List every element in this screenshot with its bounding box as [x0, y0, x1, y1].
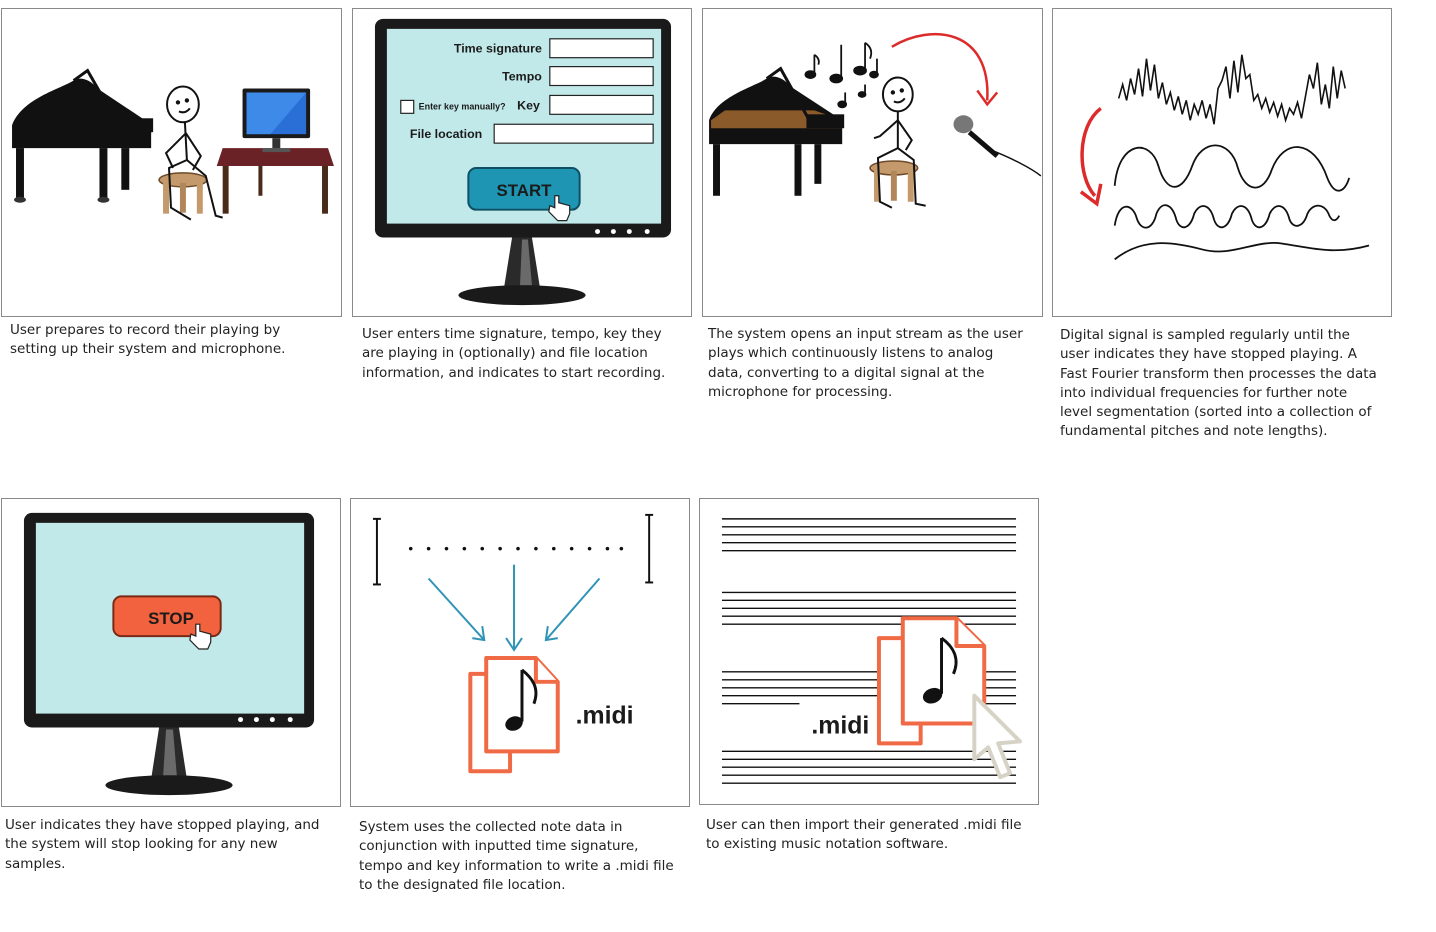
- midi-generation-illustration: .midi: [372, 513, 654, 774]
- file-location-field[interactable]: [493, 123, 654, 144]
- music-notation-illustration: .midi: [721, 518, 1022, 784]
- monitor-base: [458, 285, 586, 306]
- stick-figure-icon: [164, 85, 223, 221]
- storyboard-panel-2: Time signature Tempo Enter key manually?…: [352, 8, 692, 317]
- tempo-field[interactable]: [549, 66, 654, 87]
- storyboard-panel-3: [702, 8, 1043, 317]
- key-label: Key: [517, 98, 540, 112]
- start-button-label: START: [496, 181, 552, 200]
- time-signature-label: Time signature: [454, 42, 542, 56]
- frequency-wave-2: [1113, 204, 1341, 229]
- stop-button-label: STOP: [148, 609, 194, 628]
- panel-5-caption: User indicates they have stopped playing…: [5, 817, 320, 872]
- red-curved-arrow-icon: [1080, 106, 1102, 197]
- grand-piano-icon: [12, 68, 154, 203]
- storyboard-panel-1: [1, 8, 342, 317]
- raw-signal-waveform: [1117, 54, 1346, 125]
- piano-scene-illustration: [12, 68, 334, 221]
- mouse-pointer-icon: [972, 693, 1022, 780]
- waveform-illustration: [1079, 54, 1370, 261]
- dotted-line: [408, 546, 624, 551]
- monitor-base: [105, 775, 233, 796]
- panel-3-caption: The system opens an input stream as the …: [708, 326, 1023, 400]
- microphone-icon: [953, 115, 1042, 177]
- frequency-wave-3: [1114, 241, 1370, 261]
- panel-1-caption: User prepares to record their playing by…: [10, 322, 286, 358]
- midi-label: .midi: [811, 712, 869, 739]
- music-notes-icon: [804, 42, 879, 109]
- storyboard-panel-6: .midi: [350, 498, 690, 807]
- playing-illustration: [709, 32, 1042, 209]
- stool-icon: [869, 160, 919, 202]
- tempo-label: Tempo: [502, 70, 542, 84]
- desk-icon: [216, 148, 334, 214]
- data-bracket-icon: [372, 513, 654, 586]
- blue-arrows-icon: [427, 564, 601, 652]
- panel-6-caption: System uses the collected note data in c…: [359, 819, 674, 893]
- time-signature-field[interactable]: [549, 38, 654, 59]
- storyboard-panel-7: .midi: [699, 498, 1039, 805]
- panel-4-caption: Digital signal is sampled regularly unti…: [1060, 327, 1377, 440]
- enter-key-manually-checkbox[interactable]: [400, 99, 415, 114]
- panel-7-caption: User can then import their generated .mi…: [706, 817, 1022, 853]
- stick-figure-icon: [873, 76, 926, 209]
- monitor-form-illustration: Time signature Tempo Enter key manually?…: [374, 18, 672, 306]
- grand-piano-icon: [709, 66, 845, 196]
- panel-2-caption: User enters time signature, tempo, key t…: [362, 326, 666, 381]
- file-location-label: File location: [410, 127, 482, 141]
- midi-file-icon: [876, 616, 987, 746]
- midi-file-icon: [468, 655, 560, 774]
- computer-monitor-icon: [242, 88, 311, 153]
- monitor-stop-illustration: STOP: [23, 512, 315, 796]
- frequency-wave-1: [1113, 144, 1351, 192]
- storyboard-panel-5: STOP: [1, 498, 341, 807]
- stool-icon: [158, 172, 208, 214]
- enter-key-manually-label: Enter key manually?: [419, 101, 506, 111]
- key-field[interactable]: [549, 94, 654, 115]
- midi-label: .midi: [576, 703, 634, 730]
- storyboard-panel-4: [1052, 8, 1392, 317]
